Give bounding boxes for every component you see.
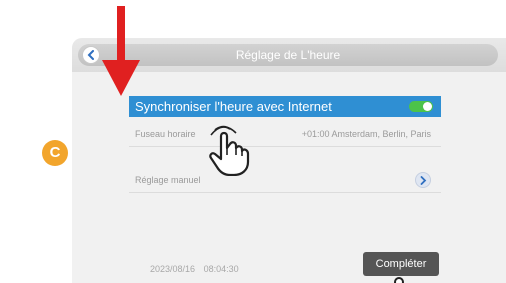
sync-internet-row[interactable]: Synchroniser l'heure avec Internet (129, 96, 441, 117)
timezone-label: Fuseau horaire (135, 129, 196, 139)
manual-setting-chevron[interactable] (415, 172, 431, 188)
arrow-down-icon (102, 6, 140, 96)
toggle-knob (423, 102, 432, 111)
chevron-right-icon (420, 176, 427, 185)
sync-internet-label: Synchroniser l'heure avec Internet (135, 99, 332, 114)
back-button[interactable] (82, 46, 100, 64)
chevron-left-icon (87, 50, 94, 60)
tutorial-figure: Réglage de L'heure Synchroniser l'heure … (0, 0, 506, 283)
step-badge: C (42, 140, 68, 166)
timezone-row[interactable]: Fuseau horaire +01:00 Amsterdam, Berlin,… (129, 122, 441, 147)
timezone-value: +01:00 Amsterdam, Berlin, Paris (301, 129, 431, 139)
sync-toggle[interactable] (409, 101, 433, 112)
manual-setting-row[interactable]: Réglage manuel (129, 168, 441, 193)
pointing-hand-icon (209, 125, 250, 176)
current-time: 08:04:30 (203, 264, 239, 274)
current-datetime: 2023/08/16 08:04:30 (150, 264, 239, 274)
current-date: 2023/08/16 (150, 264, 196, 274)
pointer-indicator (394, 277, 404, 283)
manual-setting-label: Réglage manuel (135, 175, 201, 185)
complete-button[interactable]: Compléter (363, 252, 439, 276)
